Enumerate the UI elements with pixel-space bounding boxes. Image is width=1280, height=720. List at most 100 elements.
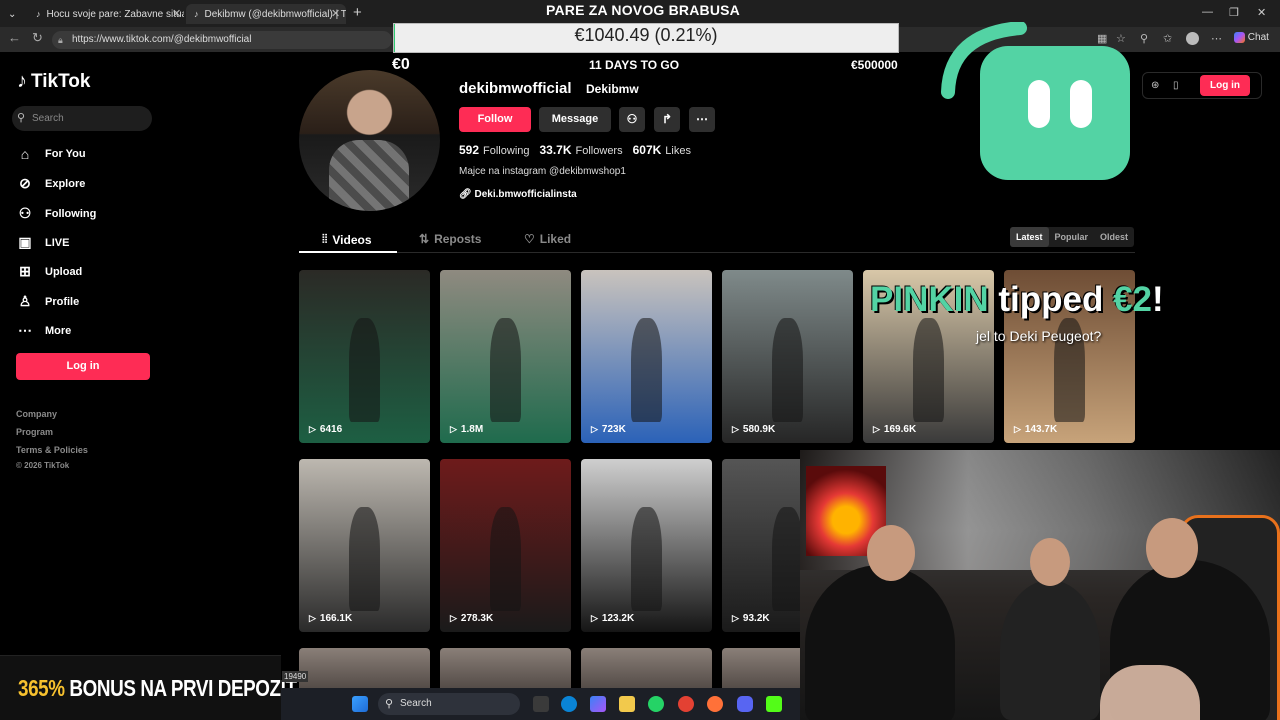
profile-stats: 592 Following 33.7K Followers 607K Likes bbox=[459, 143, 691, 157]
footer-link-company[interactable]: Company bbox=[16, 409, 57, 419]
chrome-icon[interactable] bbox=[678, 696, 694, 712]
close-tab-icon[interactable]: ✕ bbox=[331, 7, 340, 20]
refresh-icon[interactable]: ↻ bbox=[32, 30, 43, 46]
browser-tab-title: Hocu svoje pare: Zabavne situacije bbox=[46, 8, 185, 20]
header-login-button[interactable]: Log in bbox=[1200, 75, 1250, 96]
search-input[interactable]: ⚲ Search bbox=[12, 106, 152, 131]
sidebar-item-explore[interactable]: ⊘ Explore bbox=[17, 175, 85, 192]
whatsapp-icon[interactable] bbox=[648, 696, 664, 712]
tab-videos[interactable]: ⦙⦙ Videos bbox=[322, 232, 372, 247]
browser-tab-1[interactable]: ♪ Hocu svoje pare: Zabavne situacije bbox=[28, 4, 184, 24]
sidebar-item-label: LIVE bbox=[45, 236, 70, 249]
following-label: Following bbox=[483, 145, 530, 157]
video-figure bbox=[348, 507, 381, 612]
browser-tab-2[interactable]: ♪ Dekibmw (@dekibmwofficial) | TikTok bbox=[186, 4, 346, 24]
taskbar-search[interactable]: ⚲ Search bbox=[378, 693, 520, 715]
video-view-count: ▷ 278.3K bbox=[450, 613, 493, 624]
view-count-text: 1.8M bbox=[460, 424, 484, 435]
share-icon[interactable]: ↱ bbox=[654, 107, 680, 132]
sidebar-item-label: Profile bbox=[45, 295, 80, 308]
device-icon[interactable]: ▯ bbox=[1173, 80, 1179, 91]
bonus-percent: 365% bbox=[18, 675, 65, 701]
copilot-app-icon[interactable] bbox=[590, 696, 606, 712]
copilot-button[interactable]: Chat bbox=[1234, 32, 1269, 43]
sidebar-item-live[interactable]: ▣ LIVE bbox=[17, 234, 69, 251]
tip-alert-name: PINKIN bbox=[870, 280, 989, 319]
play-icon: ▷ bbox=[309, 424, 316, 434]
follow-button[interactable]: Follow bbox=[459, 107, 531, 132]
add-friend-icon[interactable]: ⚇ bbox=[619, 107, 645, 132]
bonus-label: BONUS NA PRVI DEPOZIT bbox=[69, 675, 297, 701]
settings-more-icon[interactable]: ⋯ bbox=[1211, 32, 1222, 45]
maximize-icon[interactable]: ❐ bbox=[1229, 6, 1239, 19]
play-icon: ▷ bbox=[591, 424, 598, 434]
video-thumbnail[interactable]: ▷ 278.3K bbox=[440, 459, 571, 632]
play-icon: ▷ bbox=[591, 613, 598, 623]
play-icon: ▷ bbox=[1014, 424, 1021, 434]
profile-avatar-icon[interactable] bbox=[1186, 32, 1199, 45]
video-thumbnail[interactable]: ▷ 723K bbox=[581, 270, 712, 443]
tiktok-logo[interactable]: ♪ TikTok bbox=[17, 70, 90, 93]
video-thumbnail[interactable]: ▷ 123.2K bbox=[581, 459, 712, 632]
sort-oldest[interactable]: Oldest bbox=[1094, 227, 1134, 247]
windows-start-icon[interactable] bbox=[352, 696, 368, 712]
new-tab-button[interactable]: + bbox=[353, 4, 362, 21]
sidebar-item-profile[interactable]: ♙ Profile bbox=[17, 293, 80, 310]
profile-link[interactable]: 🔗︎ Deki.bmwofficialinsta bbox=[459, 189, 577, 200]
sidebar-item-upload[interactable]: ⊞ Upload bbox=[17, 263, 82, 280]
firefox-icon[interactable] bbox=[707, 696, 723, 712]
edge-icon[interactable] bbox=[561, 696, 577, 712]
likes-stat: 607K Likes bbox=[633, 143, 691, 157]
video-thumbnail[interactable]: ▷ 6416 bbox=[299, 270, 430, 443]
tiktok-favicon-icon: ♪ bbox=[194, 9, 199, 19]
search-icon: ⚲ bbox=[385, 698, 394, 710]
extensions-icon[interactable]: ⚲ bbox=[1140, 32, 1148, 45]
close-tab-icon[interactable]: ✕ bbox=[172, 7, 181, 20]
video-view-count: ▷ 143.7K bbox=[1014, 424, 1057, 435]
video-view-count: ▷ 1.8M bbox=[450, 424, 483, 435]
video-thumbnail[interactable]: ▷ 166.1K bbox=[299, 459, 430, 632]
kick-app-icon[interactable] bbox=[766, 696, 782, 712]
video-thumbnail[interactable]: ▷ 1.8M bbox=[440, 270, 571, 443]
footer-link-program[interactable]: Program bbox=[16, 427, 53, 437]
more-options-icon[interactable]: ⋯ bbox=[689, 107, 715, 132]
video-figure bbox=[348, 318, 381, 423]
sort-toggle: Latest Popular Oldest bbox=[1010, 227, 1135, 247]
bonus-banner-text: 365% BONUS NA PRVI DEPOZIT bbox=[18, 675, 297, 702]
followers-stat[interactable]: 33.7K Followers bbox=[540, 143, 623, 157]
sidebar-item-for-you[interactable]: ⌂ For You bbox=[17, 146, 86, 162]
back-icon[interactable]: ← bbox=[8, 30, 21, 45]
video-figure bbox=[630, 318, 663, 423]
discord-icon[interactable] bbox=[737, 696, 753, 712]
sidebar-item-following[interactable]: ⚇ Following bbox=[17, 205, 97, 222]
tab-liked[interactable]: ♡ Liked bbox=[524, 232, 571, 246]
file-explorer-icon[interactable] bbox=[619, 696, 635, 712]
close-window-icon[interactable]: ✕ bbox=[1257, 6, 1266, 19]
tiktok-favicon-icon: ♪ bbox=[36, 9, 41, 19]
footer-link-terms[interactable]: Terms & Policies bbox=[16, 445, 88, 455]
coin-icon[interactable]: ⊛ bbox=[1151, 80, 1159, 91]
following-count: 592 bbox=[459, 143, 480, 157]
video-thumbnail[interactable]: ▷ 580.9K bbox=[722, 270, 853, 443]
sort-latest[interactable]: Latest bbox=[1010, 227, 1049, 247]
favorites-icon[interactable]: ✩ bbox=[1163, 32, 1172, 45]
following-stat[interactable]: 592 Following bbox=[459, 143, 530, 157]
url-field[interactable]: 🔒︎ https://www.tiktok.com/@dekibmwoffici… bbox=[52, 31, 392, 49]
tip-alert: PINKIN tipped €2! bbox=[870, 280, 1164, 320]
profile-link-text: Deki.bmwofficialinsta bbox=[474, 189, 577, 200]
following-icon: ⚇ bbox=[18, 205, 32, 221]
minimize-icon[interactable]: — bbox=[1202, 6, 1213, 18]
tab-list-button[interactable]: ⌄ bbox=[0, 4, 26, 24]
donation-goal-amount: €500000 bbox=[851, 58, 898, 72]
task-view-icon[interactable] bbox=[533, 696, 549, 712]
sort-popular[interactable]: Popular bbox=[1049, 227, 1095, 247]
logo-text: TikTok bbox=[31, 70, 91, 92]
person-middle bbox=[1000, 538, 1100, 720]
message-button[interactable]: Message bbox=[539, 107, 611, 132]
sidebar-item-more[interactable]: ⋯ More bbox=[17, 322, 71, 339]
tab-reposts[interactable]: ⇅ Reposts bbox=[419, 232, 481, 246]
copilot-icon bbox=[1234, 32, 1245, 43]
taskbar-search-label: Search bbox=[400, 698, 432, 709]
url-text: https://www.tiktok.com/@dekibmwofficial bbox=[72, 34, 252, 45]
sidebar-login-button[interactable]: Log in bbox=[16, 353, 150, 380]
